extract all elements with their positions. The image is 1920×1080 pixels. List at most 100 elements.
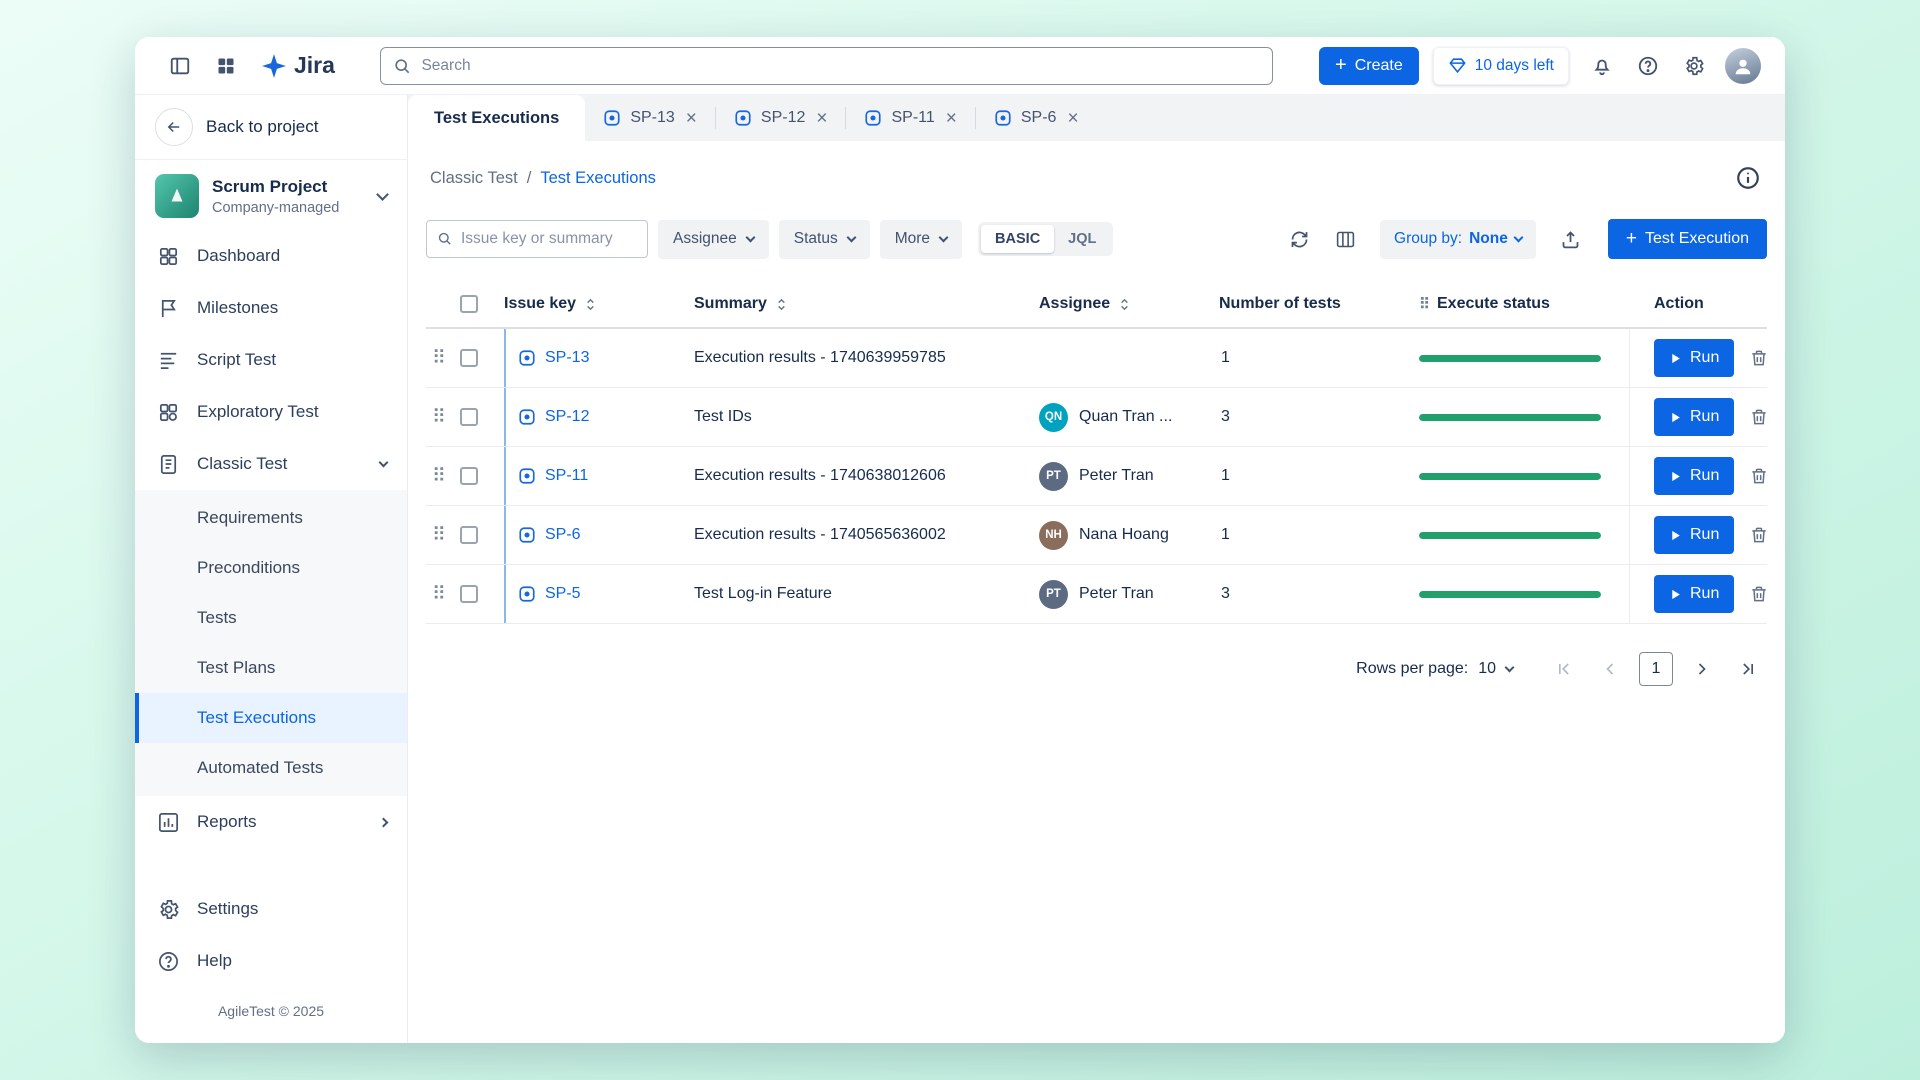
tab-sp-11[interactable]: SP-11 × (846, 95, 974, 141)
run-button[interactable]: Run (1654, 339, 1734, 377)
row-checkbox[interactable] (460, 467, 478, 485)
drag-handle-icon[interactable]: ⠿ (426, 349, 460, 368)
help-button[interactable] (1629, 47, 1667, 85)
sidebar-item-exploratory-test[interactable]: Exploratory Test (135, 386, 407, 438)
issue-key-link[interactable]: SP-5 (518, 585, 581, 603)
basic-mode-button[interactable]: BASIC (981, 225, 1054, 253)
sidebar-item-reports[interactable]: Reports (135, 796, 407, 848)
add-test-execution-button[interactable]: + Test Execution (1608, 219, 1767, 259)
export-button[interactable] (1552, 220, 1590, 258)
chevron-down-icon (376, 188, 389, 201)
execute-status-cell (1419, 414, 1629, 421)
header-summary[interactable]: Summary (694, 295, 1039, 313)
progress-bar (1419, 532, 1601, 539)
jql-mode-button[interactable]: JQL (1054, 225, 1110, 253)
sidebar-item-requirements[interactable]: Requirements (135, 493, 407, 543)
main-content: Test Executions SP-13 × SP-12 × SP-11 (408, 95, 1785, 1043)
play-icon (1669, 411, 1682, 424)
tab-sp-6[interactable]: SP-6 × (976, 95, 1097, 141)
issue-key-link[interactable]: SP-13 (518, 349, 589, 367)
breadcrumb-current[interactable]: Test Executions (540, 169, 656, 188)
sidebar-item-automated-tests[interactable]: Automated Tests (135, 743, 407, 793)
global-search-input[interactable] (380, 47, 1273, 85)
issue-key-link[interactable]: SP-6 (518, 526, 581, 544)
collapse-sidebar-button[interactable] (161, 47, 199, 85)
refresh-button[interactable] (1280, 220, 1318, 258)
sidebar-item-test-plans[interactable]: Test Plans (135, 643, 407, 693)
row-checkbox[interactable] (460, 526, 478, 544)
summary-cell: Test Log-in Feature (694, 585, 1039, 603)
drag-handle-icon[interactable]: ⠿ (426, 408, 460, 427)
number-of-tests-cell: 1 (1219, 467, 1419, 485)
back-to-project[interactable]: Back to project (135, 95, 407, 160)
first-page-button[interactable] (1547, 652, 1581, 686)
issue-key-link[interactable]: SP-11 (518, 467, 588, 485)
row-checkbox[interactable] (460, 408, 478, 426)
test-execution-icon (603, 109, 621, 127)
drag-handle-icon[interactable]: ⠿ (426, 585, 460, 604)
sidebar-item-classic-test[interactable]: Classic Test (135, 438, 407, 490)
group-by-dropdown[interactable]: Group by: None (1380, 220, 1536, 259)
delete-button[interactable] (1749, 344, 1769, 372)
row-checkbox[interactable] (460, 585, 478, 603)
page-number-button[interactable]: 1 (1639, 652, 1673, 686)
run-button[interactable]: Run (1654, 575, 1734, 613)
info-button[interactable] (1733, 163, 1763, 193)
close-icon[interactable]: × (1067, 109, 1078, 128)
sidebar-item-script-test[interactable]: Script Test (135, 334, 407, 386)
drag-handle-icon[interactable]: ⠿ (426, 526, 460, 545)
last-page-button[interactable] (1731, 652, 1765, 686)
summary-cell: Execution results - 1740638012606 (694, 467, 1039, 485)
run-button[interactable]: Run (1654, 457, 1734, 495)
sidebar-item-settings[interactable]: Settings (135, 883, 407, 935)
close-icon[interactable]: × (816, 109, 827, 128)
more-filters-dropdown[interactable]: More (880, 220, 962, 259)
create-button[interactable]: + Create (1319, 47, 1419, 85)
assignee-filter-dropdown[interactable]: Assignee (658, 220, 769, 259)
delete-button[interactable] (1749, 462, 1769, 490)
project-switcher[interactable]: Scrum Project Company-managed (135, 160, 407, 230)
status-filter-dropdown[interactable]: Status (779, 220, 870, 259)
delete-button[interactable] (1749, 403, 1769, 431)
sidebar-item-dashboard[interactable]: Dashboard (135, 230, 407, 282)
sidebar-item-milestones[interactable]: Milestones (135, 282, 407, 334)
close-icon[interactable]: × (946, 109, 957, 128)
notifications-button[interactable] (1583, 47, 1621, 85)
chevron-down-icon (1513, 232, 1523, 242)
jira-logo[interactable]: Jira (261, 52, 335, 79)
issue-filter-input[interactable] (426, 220, 648, 258)
drag-handle-icon[interactable]: ⠿ (426, 467, 460, 486)
run-button[interactable]: Run (1654, 516, 1734, 554)
dropdown-label: More (895, 230, 930, 248)
header-assignee[interactable]: Assignee (1039, 295, 1219, 313)
test-execution-icon (518, 526, 536, 544)
summary-cell: Test IDs (694, 408, 1039, 426)
issue-key-link[interactable]: SP-12 (518, 408, 589, 426)
tab-test-executions[interactable]: Test Executions (408, 95, 585, 141)
breadcrumb-parent[interactable]: Classic Test (430, 169, 518, 188)
sidebar-item-label: Dashboard (197, 246, 280, 266)
sidebar-item-preconditions[interactable]: Preconditions (135, 543, 407, 593)
assignee-name: Nana Hoang (1079, 526, 1169, 544)
delete-button[interactable] (1749, 580, 1769, 608)
trial-days-left-button[interactable]: 10 days left (1433, 47, 1569, 85)
back-to-project-label: Back to project (206, 117, 318, 137)
run-button[interactable]: Run (1654, 398, 1734, 436)
select-all-checkbox[interactable] (460, 295, 478, 313)
user-avatar[interactable] (1725, 48, 1761, 84)
previous-page-button[interactable] (1593, 652, 1627, 686)
next-page-button[interactable] (1685, 652, 1719, 686)
app-switcher-button[interactable] (207, 47, 245, 85)
delete-button[interactable] (1749, 521, 1769, 549)
close-icon[interactable]: × (686, 109, 697, 128)
tab-sp-12[interactable]: SP-12 × (716, 95, 846, 141)
settings-button[interactable] (1675, 47, 1713, 85)
sidebar-item-help[interactable]: Help (135, 935, 407, 987)
header-issue-key[interactable]: Issue key (504, 295, 694, 313)
row-checkbox[interactable] (460, 349, 478, 367)
sidebar-item-test-executions[interactable]: Test Executions (135, 693, 407, 743)
columns-button[interactable] (1326, 220, 1364, 258)
tab-sp-13[interactable]: SP-13 × (585, 95, 715, 141)
sidebar-item-tests[interactable]: Tests (135, 593, 407, 643)
rows-per-page[interactable]: Rows per page: 10 (1356, 660, 1513, 678)
